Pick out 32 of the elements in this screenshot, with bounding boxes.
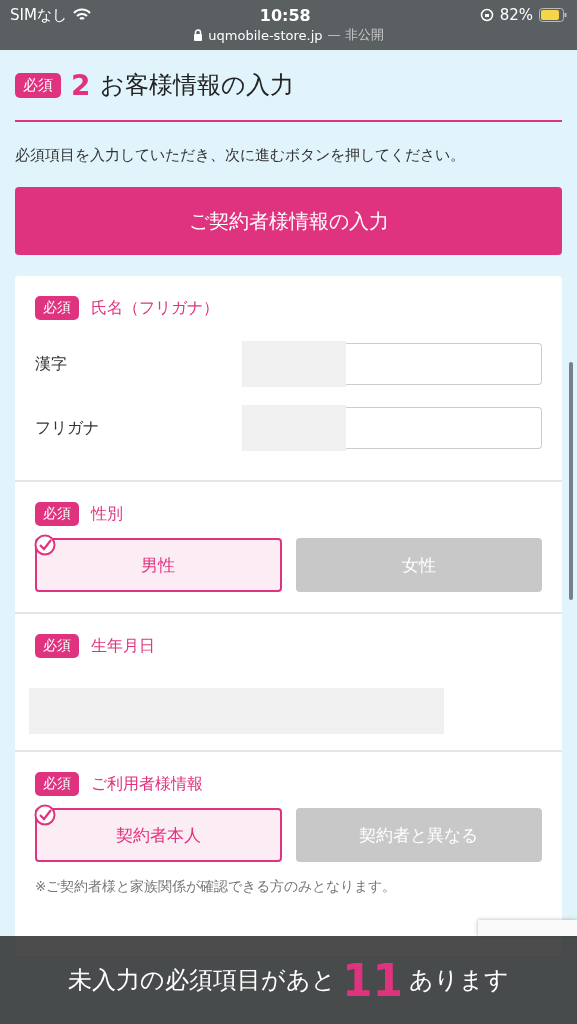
carrier-text: SIMなし (10, 5, 67, 25)
section-title: お客様情報の入力 (100, 70, 295, 101)
group-label: 生年月日 (91, 635, 155, 657)
required-badge: 必須 (15, 72, 61, 98)
text-input[interactable] (346, 407, 542, 449)
check-icon (34, 534, 56, 556)
group-label: 性別 (91, 503, 123, 525)
group-label: ご利用者様情報 (91, 773, 203, 795)
lock-icon (193, 29, 204, 41)
field-label: 漢字 (35, 353, 67, 375)
required-badge: 必須 (35, 502, 79, 526)
rotation-lock-icon (479, 8, 494, 22)
contractor-info-button[interactable]: ご契約者様情報の入力 (15, 187, 562, 255)
url-text: uqmobile-store.jp (208, 27, 323, 43)
check-icon (34, 804, 56, 826)
remaining-count: 11 (341, 954, 404, 1006)
banner-text: あります (409, 965, 510, 996)
wifi-icon (72, 8, 91, 22)
banner-text: 未入力の必須項目があと (67, 965, 336, 996)
field-label: フリガナ (35, 417, 99, 439)
step-number: 2 (71, 68, 91, 102)
note-text: ※ご契約者様と家族関係が確認できる方のみとなります。 (35, 878, 398, 896)
required-badge: 必須 (35, 634, 79, 658)
battery-text: 82% (499, 6, 533, 24)
instruction-text: 必須項目を入力していただき、次に進むボタンを押してください。 (15, 146, 466, 165)
required-badge: 必須 (35, 296, 79, 320)
clock-text: 10:58 (259, 5, 311, 25)
group-label: 氏名（フリガナ） (91, 297, 219, 319)
privacy-text: — 非公開 (327, 26, 384, 44)
text-input[interactable] (346, 343, 542, 385)
required-badge: 必須 (35, 772, 79, 796)
battery-icon (539, 8, 567, 22)
